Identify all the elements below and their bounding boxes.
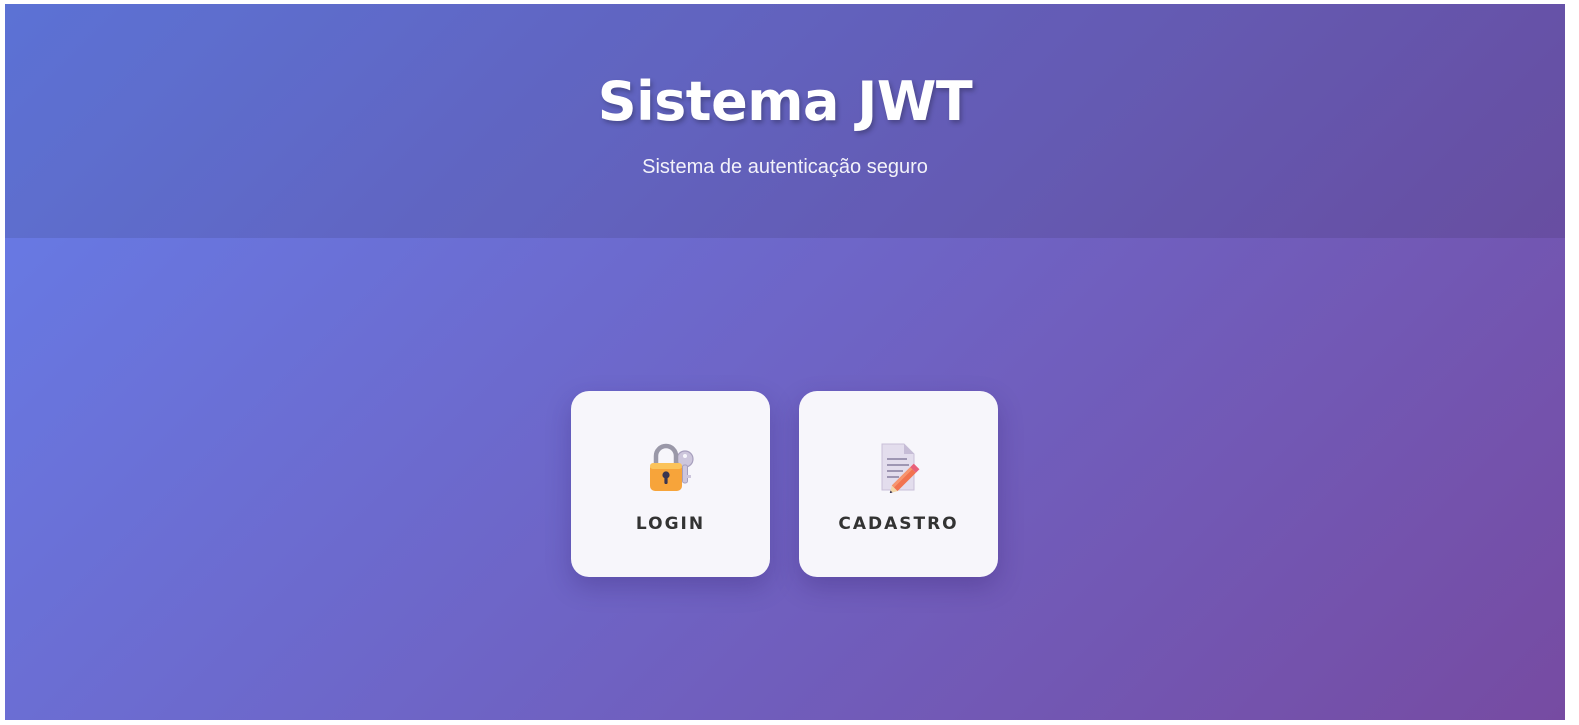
register-label: CADASTRO [838,514,959,534]
register-card[interactable]: CADASTRO [799,391,998,577]
page-title: Sistema JWT [597,70,973,133]
page-background: Sistema JWT Sistema de autenticação segu… [5,4,1565,720]
header-banner: Sistema JWT Sistema de autenticação segu… [5,4,1565,238]
lock-with-key-icon [571,441,770,493]
login-label: LOGIN [635,514,706,534]
memo-pencil-icon [799,441,998,493]
page-subtitle: Sistema de autenticação seguro [642,156,928,178]
login-card[interactable]: LOGIN [571,391,770,577]
auth-options: LOGIN CADASTRO [571,391,1001,581]
